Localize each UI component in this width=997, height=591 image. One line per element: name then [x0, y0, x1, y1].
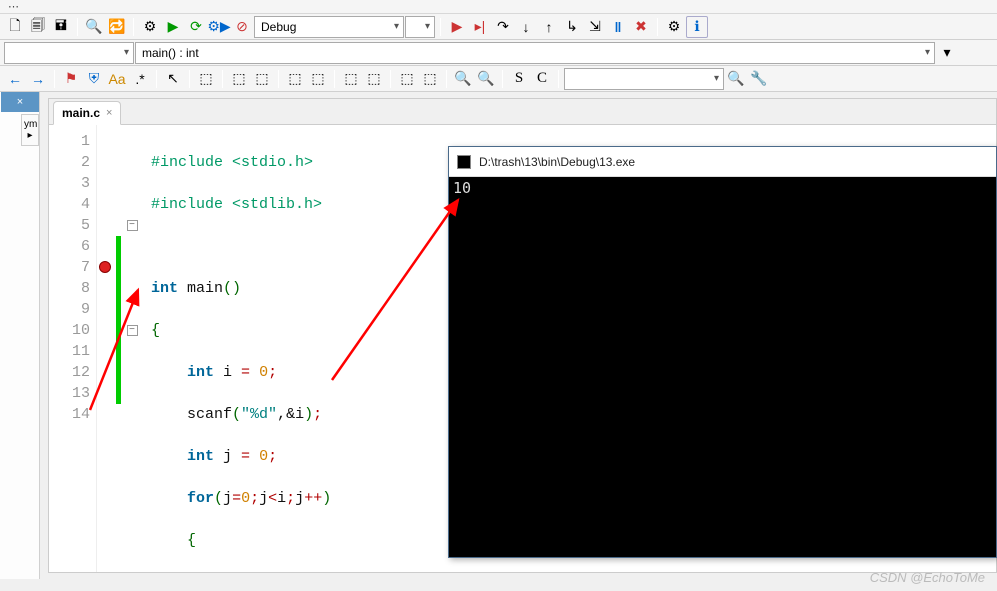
zoom2-icon[interactable]: 🔍 [475, 68, 497, 90]
side-tab[interactable]: ym ▸ [21, 114, 39, 146]
ins1-icon[interactable]: ⬚ [284, 68, 306, 90]
change-gutter [115, 125, 123, 572]
block2-icon[interactable]: ⬚ [363, 68, 385, 90]
step-over-icon[interactable]: ↷ [492, 16, 514, 38]
block1-icon[interactable]: ⬚ [340, 68, 362, 90]
info-icon[interactable]: ℹ [686, 16, 708, 38]
run-cursor-icon[interactable]: ▸| [469, 16, 491, 38]
forward-icon[interactable]: → [27, 68, 49, 90]
bookmark-icon[interactable]: ⚑ [60, 68, 82, 90]
side-panel: × ym ▸ [0, 92, 40, 579]
stop-debug-icon[interactable]: ✖ [630, 16, 652, 38]
settings2-icon[interactable]: 🔧 [748, 68, 770, 90]
scope-toolbar: main() : int ▾ [0, 40, 997, 66]
copy2-icon[interactable]: ⬚ [251, 68, 273, 90]
find-icon[interactable]: 🔍 [725, 68, 747, 90]
console-app-icon [457, 155, 471, 169]
debug-run-icon[interactable]: ▶ [446, 16, 468, 38]
debug-windows-icon[interactable]: ⚙ [663, 16, 685, 38]
gear-icon[interactable]: ⚙ [139, 16, 161, 38]
copy-icon[interactable]: 🗐 [27, 16, 49, 38]
console-title-text: D:\trash\13\bin\Debug\13.exe [479, 155, 635, 169]
edit-toolbar: ← → ⚑ ⛨ Aa .* ↖ ⬚ ⬚ ⬚ ⬚ ⬚ ⬚ ⬚ ⬚ ⬚ 🔍 🔍 S … [0, 66, 997, 92]
build-run-icon[interactable]: ⟳ [185, 16, 207, 38]
menu-item[interactable]: ⋯ [8, 0, 19, 13]
main-toolbar: 🗋 🗐 🖬 🔍 🔁 ⚙ ▶ ⟳ ⚙▶ ⊘ Debug ▶ ▸| ↷ ↓ ↑ ↳ … [0, 14, 997, 40]
del2-icon[interactable]: ⬚ [419, 68, 441, 90]
ins2-icon[interactable]: ⬚ [307, 68, 329, 90]
fold-icon[interactable]: − [127, 220, 138, 231]
break-icon[interactable]: ‖ [607, 16, 629, 38]
line-number-gutter: 1234567891011121314 [49, 125, 97, 572]
breakpoint-gutter[interactable] [97, 125, 115, 572]
fold-gutter[interactable]: − − [123, 125, 141, 572]
tab-bar: main.c × [49, 99, 996, 125]
back-icon[interactable]: ← [4, 68, 26, 90]
function-combo[interactable]: main() : int [135, 42, 935, 64]
cursor-icon[interactable]: ↖ [162, 68, 184, 90]
highlight-icon[interactable]: Aa [106, 68, 128, 90]
fold-icon[interactable]: − [127, 325, 138, 336]
rebuild-icon[interactable]: ⚙▶ [208, 16, 230, 38]
console-titlebar[interactable]: D:\trash\13\bin\Debug\13.exe [449, 147, 996, 177]
close-icon[interactable]: × [106, 107, 112, 119]
last-combo[interactable] [564, 68, 724, 90]
console-window[interactable]: D:\trash\13\bin\Debug\13.exe 10 [448, 146, 997, 558]
step-into-icon[interactable]: ↓ [515, 16, 537, 38]
select-icon[interactable]: ⬚ [195, 68, 217, 90]
stop-icon[interactable]: ⊘ [231, 16, 253, 38]
step-instr-icon[interactable]: ↳ [561, 16, 583, 38]
replace-icon[interactable]: 🔁 [106, 16, 128, 38]
del1-icon[interactable]: ⬚ [396, 68, 418, 90]
file-tab-main-c[interactable]: main.c × [53, 101, 121, 125]
chevron-down-icon[interactable]: ▾ [936, 42, 958, 64]
breakpoint-icon[interactable] [99, 261, 111, 273]
c-icon[interactable]: C [531, 68, 553, 90]
current-line-marker [116, 236, 121, 404]
scope-combo[interactable] [4, 42, 134, 64]
zoom1-icon[interactable]: 🔍 [452, 68, 474, 90]
regex-icon[interactable]: .* [129, 68, 151, 90]
next-instr-icon[interactable]: ⇲ [584, 16, 606, 38]
run-icon[interactable]: ▶ [162, 16, 184, 38]
build-target-combo[interactable]: Debug [254, 16, 404, 38]
file-tab-label: main.c [62, 106, 100, 120]
step-out-icon[interactable]: ↑ [538, 16, 560, 38]
cut-icon[interactable]: ⬚ [228, 68, 250, 90]
save-icon[interactable]: 🖬 [50, 16, 72, 38]
s-icon[interactable]: S [508, 68, 530, 90]
toggle-bookmark-icon[interactable]: ⛨ [83, 68, 105, 90]
panel-close-button[interactable]: × [1, 92, 39, 112]
new-file-icon[interactable]: 🗋 [4, 16, 26, 38]
watermark: CSDN @EchoToMe [870, 570, 985, 585]
menu-bar: ⋯ [0, 0, 997, 14]
search-icon[interactable]: 🔍 [83, 16, 105, 38]
console-output: 10 [449, 177, 996, 199]
target-combo-2[interactable] [405, 16, 435, 38]
